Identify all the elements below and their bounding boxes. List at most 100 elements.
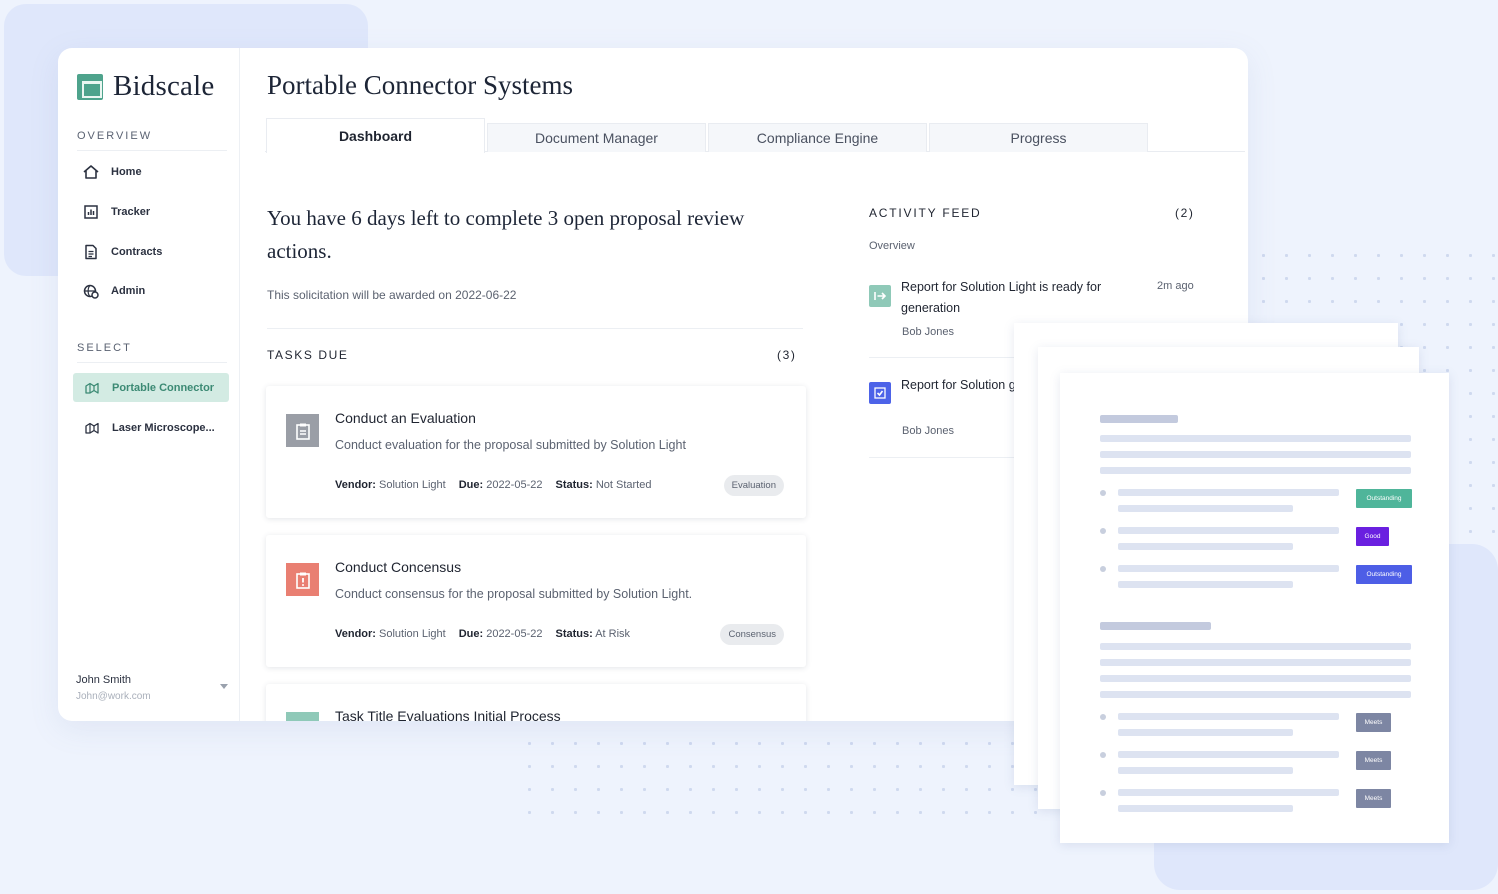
chevron-down-icon[interactable]: [220, 684, 228, 689]
task-meta: Vendor: Solution Light Due: 2022-05-22 S…: [335, 628, 630, 640]
activity-feed-label: ACTIVITY FEED: [869, 206, 982, 220]
tab-progress[interactable]: Progress: [929, 123, 1148, 152]
app-name: Bidscale: [113, 70, 215, 102]
sidebar-item-label: Home: [111, 166, 142, 178]
doc-bullet: [1100, 714, 1106, 720]
task-due: Due: 2022-05-22: [458, 479, 543, 491]
doc-line-placeholder: [1118, 729, 1293, 736]
doc-line-placeholder: [1118, 751, 1339, 758]
doc-bullet: [1100, 790, 1106, 796]
select-section-label: SELECT: [77, 342, 132, 354]
task-card[interactable]: Task Title Evaluations Initial Process: [266, 684, 806, 721]
award-date-text: This solicitation will be awarded on 202…: [267, 288, 517, 302]
sidebar-item-label: Laser Microscope...: [112, 421, 215, 434]
microscope-icon: [85, 382, 99, 394]
doc-line-placeholder: [1100, 659, 1411, 666]
document-icon: [85, 244, 97, 260]
tab-dashboard[interactable]: Dashboard: [266, 118, 485, 153]
doc-line-placeholder: [1118, 805, 1293, 812]
task-meta: Vendor: Solution Light Due: 2022-05-22 S…: [335, 479, 651, 491]
user-profile[interactable]: John Smith John@work.com: [76, 674, 151, 702]
sidebar-item-contracts[interactable]: Contracts: [82, 242, 162, 262]
doc-line-placeholder: [1118, 527, 1339, 534]
doc-line-placeholder: [1118, 565, 1339, 572]
activity-item-author: Bob Jones: [902, 326, 954, 338]
user-email: John@work.com: [76, 691, 151, 702]
task-status: Status: Not Started: [555, 479, 652, 491]
doc-line-placeholder: [1100, 691, 1411, 698]
doc-line-placeholder: [1100, 675, 1411, 682]
task-description: Conduct consensus for the proposal submi…: [335, 587, 693, 601]
doc-line-placeholder: [1118, 581, 1293, 588]
sidebar-item-admin[interactable]: Admin: [82, 281, 145, 301]
activity-item-time: 2m ago: [1157, 280, 1194, 292]
task-vendor: Vendor: Solution Light: [335, 479, 446, 491]
activity-item-author: Bob Jones: [902, 425, 954, 437]
sidebar-item-label: Admin: [111, 285, 146, 297]
divider: [77, 362, 227, 363]
overview-section-label: OVERVIEW: [77, 130, 153, 142]
rating-badge: Meets: [1356, 789, 1391, 808]
doc-bullet: [1100, 752, 1106, 758]
tab-bar: Dashboard Document Manager Compliance En…: [265, 118, 1245, 153]
doc-line-placeholder: [1118, 505, 1293, 512]
clipboard-alert-icon: [286, 563, 319, 596]
sidebar-item-label: Tracker: [111, 206, 151, 218]
doc-heading-placeholder: [1100, 415, 1178, 423]
divider: [77, 150, 227, 151]
logo[interactable]: Bidscale: [77, 70, 214, 103]
doc-bullet: [1100, 528, 1106, 534]
doc-line-placeholder: [1100, 467, 1411, 474]
tab-compliance-engine[interactable]: Compliance Engine: [708, 123, 927, 152]
doc-line-placeholder: [1118, 713, 1339, 720]
task-card[interactable]: Conduct an Evaluation Conduct evaluation…: [266, 386, 806, 518]
dot-pattern-bottom: [518, 732, 1038, 824]
check-icon: [869, 382, 891, 404]
task-card[interactable]: Conduct Concensus Conduct consensus for …: [266, 535, 806, 667]
sidebar-item-laser-microscope[interactable]: Laser Microscope...: [73, 413, 229, 442]
task-due: Due: 2022-05-22: [458, 628, 543, 640]
rating-badge: Good: [1356, 527, 1389, 546]
doc-line-placeholder: [1118, 543, 1293, 550]
task-vendor: Vendor: Solution Light: [335, 628, 446, 640]
microscope-icon: [85, 422, 99, 434]
tab-document-manager[interactable]: Document Manager: [487, 123, 706, 152]
activity-feed-count: (2): [1175, 206, 1195, 220]
task-tag: Evaluation: [723, 475, 784, 496]
task-title[interactable]: Conduct Concensus: [335, 559, 461, 575]
sidebar-item-portable-connector[interactable]: Portable Connector: [73, 373, 229, 402]
task-description: Conduct evaluation for the proposal subm…: [335, 438, 686, 452]
document-page-front: Outstanding Good Outstanding Meets Meets…: [1060, 373, 1449, 843]
chart-icon: [84, 205, 98, 219]
page-title: Portable Connector Systems: [267, 70, 573, 100]
task-title[interactable]: Task Title Evaluations Initial Process: [335, 708, 561, 721]
sidebar-item-home[interactable]: Home: [82, 162, 142, 182]
sidebar-item-label: Portable Connector: [112, 381, 215, 394]
doc-heading-placeholder: [1100, 622, 1211, 630]
home-icon: [83, 165, 99, 179]
sidebar-item-tracker[interactable]: Tracker: [82, 202, 150, 222]
rating-badge: Outstanding: [1356, 489, 1412, 508]
rating-badge: Meets: [1356, 751, 1391, 770]
clipboard-icon: [286, 414, 319, 447]
doc-line-placeholder: [1118, 789, 1339, 796]
sidebar-item-label: Contracts: [111, 246, 163, 258]
doc-line-placeholder: [1118, 489, 1339, 496]
deadline-headline: You have 6 days left to complete 3 open …: [267, 206, 745, 263]
logo-icon: [77, 73, 103, 100]
rating-badge: Meets: [1356, 713, 1391, 732]
task-status: Status: At Risk: [555, 628, 631, 640]
globe-gear-icon: [83, 284, 99, 299]
doc-line-placeholder: [1100, 435, 1411, 442]
doc-bullet: [1100, 490, 1106, 496]
task-tag: Consensus: [720, 624, 784, 645]
doc-line-placeholder: [1118, 767, 1293, 774]
doc-line-placeholder: [1100, 451, 1411, 458]
tasks-due-label: TASKS DUE: [267, 348, 349, 362]
task-title[interactable]: Conduct an Evaluation: [335, 410, 476, 426]
doc-line-placeholder: [1100, 643, 1411, 650]
divider: [267, 328, 803, 329]
user-name: John Smith: [76, 674, 132, 686]
clipboard-icon: [286, 712, 319, 721]
activity-item-text[interactable]: Report for Solution Light is ready for g…: [901, 277, 1111, 319]
